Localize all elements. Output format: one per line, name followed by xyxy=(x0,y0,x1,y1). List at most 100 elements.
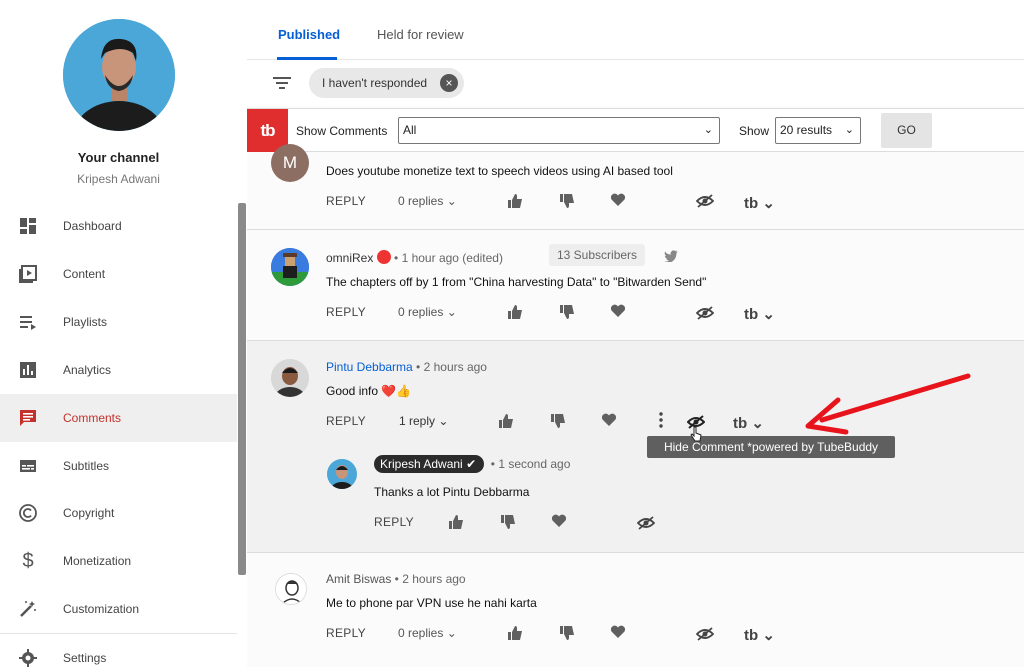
replies-toggle[interactable]: 0 replies ⌄ xyxy=(398,194,457,208)
chevron-down-icon: ⌄ xyxy=(751,415,764,432)
thumbs-up-icon[interactable] xyxy=(506,624,524,645)
sidebar-item-subtitles[interactable]: Subtitles xyxy=(0,442,237,490)
heart-icon[interactable] xyxy=(551,514,567,531)
show-results-value: 20 results xyxy=(780,123,833,137)
show-comments-select[interactable]: All ⌄ xyxy=(398,117,720,144)
thumbs-up-icon[interactable] xyxy=(447,513,465,534)
heart-icon[interactable] xyxy=(601,413,617,430)
dashboard-icon xyxy=(16,214,40,238)
reply-button[interactable]: REPLY xyxy=(374,515,414,529)
thumbs-down-icon[interactable] xyxy=(558,624,576,645)
chevron-down-icon: ⌄ xyxy=(446,626,457,640)
comment-author[interactable]: Pintu Debbarma xyxy=(326,360,413,374)
tubebuddy-menu[interactable]: tb ⌄ xyxy=(733,414,764,432)
thumbs-down-icon[interactable] xyxy=(549,412,567,433)
reply-button[interactable]: REPLY xyxy=(326,305,366,319)
go-button[interactable]: GO xyxy=(881,113,932,148)
tubebuddy-menu[interactable]: tb ⌄ xyxy=(744,305,775,323)
subtitles-icon xyxy=(16,454,40,478)
heart-icon[interactable] xyxy=(610,304,626,321)
replies-count: 0 replies xyxy=(398,305,444,319)
replies-count: 0 replies xyxy=(398,194,444,208)
channel-avatar[interactable] xyxy=(63,19,175,131)
replies-toggle[interactable]: 0 replies ⌄ xyxy=(398,626,457,640)
sidebar-item-copyright[interactable]: Copyright xyxy=(0,489,237,537)
hide-comment-icon[interactable] xyxy=(695,626,715,645)
tubebuddy-icon: tb xyxy=(744,627,759,644)
reply-button[interactable]: REPLY xyxy=(326,194,366,208)
show-results-select[interactable]: 20 results ⌄ xyxy=(775,117,861,144)
comment-author[interactable]: omniRex xyxy=(326,251,373,265)
close-icon[interactable]: × xyxy=(440,74,458,92)
filter-chip-label: I haven't responded xyxy=(322,76,428,90)
sidebar-item-analytics[interactable]: Analytics xyxy=(0,346,237,394)
tab-held-for-review[interactable]: Held for review xyxy=(377,27,464,42)
filter-chip[interactable]: I haven't responded × xyxy=(309,68,464,98)
comment-meta: Amit Biswas • 2 hours ago xyxy=(326,572,466,586)
comment-time[interactable]: 2 hours ago xyxy=(402,572,465,586)
avatar[interactable]: M xyxy=(271,144,309,182)
comment-item: M Does youtube monetize text to speech v… xyxy=(247,144,1024,228)
avatar[interactable] xyxy=(327,459,357,489)
tubebuddy-toolbar: tb Show Comments All ⌄ Show 20 results ⌄… xyxy=(247,108,1024,152)
sidebar-scrollbar[interactable] xyxy=(238,203,246,575)
replies-toggle[interactable]: 1 reply ⌄ xyxy=(399,414,448,428)
show-label: Show xyxy=(739,124,770,138)
main-content: Published Held for review I haven't resp… xyxy=(247,0,1024,667)
hide-comment-icon[interactable] xyxy=(695,193,715,212)
sidebar-item-label: Subtitles xyxy=(63,459,110,473)
reply-time[interactable]: 1 second ago xyxy=(498,457,570,471)
replies-toggle[interactable]: 0 replies ⌄ xyxy=(398,305,457,319)
avatar[interactable] xyxy=(271,248,309,286)
sidebar-item-label: Monetization xyxy=(63,554,132,568)
chevron-down-icon: ⌄ xyxy=(762,306,775,323)
sidebar-item-settings[interactable]: Settings xyxy=(0,633,237,667)
sidebar-item-content[interactable]: Content xyxy=(0,250,237,298)
sidebar-item-monetization[interactable]: $ Monetization xyxy=(0,537,237,585)
reply-button[interactable]: REPLY xyxy=(326,414,366,428)
chevron-down-icon: ⌄ xyxy=(844,124,854,136)
analytics-icon xyxy=(16,358,40,382)
tab-bar: Published Held for review xyxy=(247,0,1024,60)
sidebar-item-dashboard[interactable]: Dashboard xyxy=(0,202,237,250)
heart-icon[interactable] xyxy=(610,625,626,642)
thumbs-up-icon[interactable] xyxy=(497,412,515,433)
member-badge-icon xyxy=(376,250,391,264)
chevron-down-icon: ⌄ xyxy=(438,414,449,428)
hide-comment-icon[interactable] xyxy=(695,305,715,324)
heart-icon[interactable] xyxy=(610,193,626,210)
verified-icon: ✔ xyxy=(466,457,477,471)
cursor-icon xyxy=(690,426,702,447)
twitter-icon[interactable] xyxy=(664,250,678,265)
channel-owner-chip[interactable]: Kripesh Adwani ✔ xyxy=(374,455,485,473)
hide-comment-icon[interactable] xyxy=(636,515,656,534)
dollar-icon: $ xyxy=(22,549,34,572)
comment-author[interactable]: Amit Biswas xyxy=(326,572,391,586)
avatar[interactable] xyxy=(271,359,309,397)
sidebar-item-label: Customization xyxy=(63,602,140,616)
thumbs-down-icon[interactable] xyxy=(558,303,576,324)
sidebar-item-customization[interactable]: Customization xyxy=(0,585,237,633)
filter-icon[interactable] xyxy=(271,73,293,98)
tubebuddy-icon: tb xyxy=(733,415,748,432)
comment-time[interactable]: 2 hours ago xyxy=(424,360,487,374)
more-vert-icon[interactable] xyxy=(658,411,664,432)
thumbs-up-icon[interactable] xyxy=(506,303,524,324)
sidebar-item-label: Analytics xyxy=(63,363,112,377)
content-icon xyxy=(16,262,40,286)
comment-text: Good info ❤️👍 xyxy=(326,384,412,398)
thumbs-down-icon[interactable] xyxy=(499,513,517,534)
tubebuddy-menu[interactable]: tb ⌄ xyxy=(744,194,775,212)
reply-button[interactable]: REPLY xyxy=(326,626,366,640)
thumbs-up-icon[interactable] xyxy=(506,192,524,213)
tubebuddy-icon: tb xyxy=(744,306,759,323)
comment-item: omniRex • 1 hour ago (edited) 13 Subscri… xyxy=(247,230,1024,340)
tab-published[interactable]: Published xyxy=(278,27,340,42)
avatar[interactable] xyxy=(275,573,307,605)
sidebar-item-comments[interactable]: Comments xyxy=(0,394,237,442)
comment-text: The chapters off by 1 from "China harves… xyxy=(326,275,707,289)
sidebar-item-playlists[interactable]: Playlists xyxy=(0,298,237,346)
tubebuddy-menu[interactable]: tb ⌄ xyxy=(744,626,775,644)
comment-time[interactable]: 1 hour ago (edited) xyxy=(402,251,503,265)
thumbs-down-icon[interactable] xyxy=(558,192,576,213)
